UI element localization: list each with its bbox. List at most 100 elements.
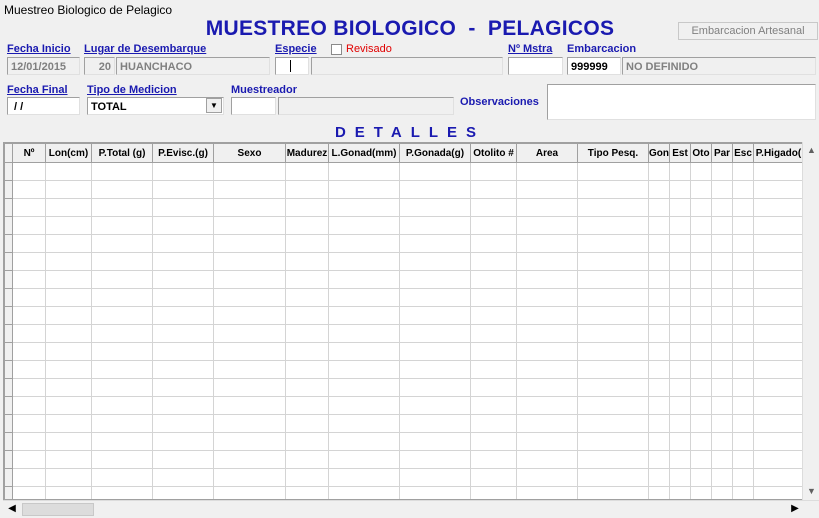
table-cell[interactable]: [91, 234, 153, 253]
column-header[interactable]: Area: [516, 143, 578, 163]
table-row[interactable]: [4, 432, 804, 451]
table-cell[interactable]: [45, 324, 92, 343]
table-cell[interactable]: [152, 324, 214, 343]
table-cell[interactable]: [399, 306, 471, 325]
table-cell[interactable]: [577, 342, 649, 361]
table-cell[interactable]: [669, 486, 691, 499]
table-cell[interactable]: [285, 450, 329, 469]
table-row[interactable]: [4, 486, 804, 499]
table-cell[interactable]: [669, 270, 691, 289]
table-cell[interactable]: [648, 486, 670, 499]
table-cell[interactable]: [648, 162, 670, 181]
table-cell[interactable]: [285, 378, 329, 397]
table-cell[interactable]: [669, 396, 691, 415]
table-cell[interactable]: [470, 270, 517, 289]
table-cell[interactable]: [399, 162, 471, 181]
table-cell[interactable]: [690, 468, 712, 487]
table-cell[interactable]: [328, 378, 400, 397]
column-header[interactable]: Nº: [12, 143, 46, 163]
table-cell[interactable]: [12, 252, 46, 271]
detalles-grid[interactable]: Nº Lon(cm) P.Total (g) P.Evisc.(g) Sexo Madur…: [3, 142, 819, 500]
table-cell[interactable]: [516, 486, 578, 499]
table-cell[interactable]: [213, 252, 286, 271]
table-cell[interactable]: [328, 216, 400, 235]
table-cell[interactable]: [732, 324, 754, 343]
table-cell[interactable]: [285, 162, 329, 181]
table-cell[interactable]: [328, 180, 400, 199]
table-cell[interactable]: [399, 450, 471, 469]
table-cell[interactable]: [669, 414, 691, 433]
table-cell[interactable]: [648, 270, 670, 289]
table-cell[interactable]: [213, 432, 286, 451]
table-cell[interactable]: [516, 414, 578, 433]
table-cell[interactable]: [285, 414, 329, 433]
table-cell[interactable]: [152, 216, 214, 235]
table-cell[interactable]: [690, 306, 712, 325]
table-cell[interactable]: [91, 414, 153, 433]
table-cell[interactable]: [91, 360, 153, 379]
table-cell[interactable]: [91, 432, 153, 451]
row-selector[interactable]: [4, 378, 13, 397]
table-cell[interactable]: [470, 216, 517, 235]
table-cell[interactable]: [753, 324, 804, 343]
table-cell[interactable]: [152, 486, 214, 499]
table-cell[interactable]: [91, 450, 153, 469]
table-cell[interactable]: [711, 468, 733, 487]
table-cell[interactable]: [669, 306, 691, 325]
embarcacion-artesanal-button[interactable]: Embarcacion Artesanal: [678, 22, 818, 40]
table-cell[interactable]: [690, 252, 712, 271]
table-cell[interactable]: [648, 252, 670, 271]
table-cell[interactable]: [577, 234, 649, 253]
table-cell[interactable]: [669, 180, 691, 199]
table-cell[interactable]: [516, 324, 578, 343]
table-cell[interactable]: [12, 342, 46, 361]
table-cell[interactable]: [45, 198, 92, 217]
table-cell[interactable]: [285, 396, 329, 415]
embarcacion-code-input[interactable]: 999999: [567, 57, 621, 75]
table-cell[interactable]: [648, 378, 670, 397]
table-cell[interactable]: [753, 378, 804, 397]
table-cell[interactable]: [753, 396, 804, 415]
table-cell[interactable]: [91, 486, 153, 499]
table-cell[interactable]: [328, 468, 400, 487]
row-selector[interactable]: [4, 486, 13, 499]
table-cell[interactable]: [577, 396, 649, 415]
table-cell[interactable]: [285, 306, 329, 325]
table-cell[interactable]: [152, 288, 214, 307]
vertical-scrollbar[interactable]: ▲ ▼: [802, 142, 819, 500]
table-cell[interactable]: [577, 324, 649, 343]
table-row[interactable]: [4, 288, 804, 307]
table-cell[interactable]: [399, 252, 471, 271]
table-cell[interactable]: [753, 252, 804, 271]
table-cell[interactable]: [328, 432, 400, 451]
table-cell[interactable]: [399, 216, 471, 235]
table-cell[interactable]: [669, 162, 691, 181]
table-cell[interactable]: [732, 450, 754, 469]
row-selector[interactable]: [4, 252, 13, 271]
table-cell[interactable]: [732, 180, 754, 199]
table-cell[interactable]: [399, 324, 471, 343]
table-cell[interactable]: [213, 198, 286, 217]
table-cell[interactable]: [152, 396, 214, 415]
table-row[interactable]: [4, 324, 804, 343]
table-row[interactable]: [4, 378, 804, 397]
table-cell[interactable]: [753, 414, 804, 433]
table-cell[interactable]: [577, 378, 649, 397]
table-row[interactable]: [4, 360, 804, 379]
table-cell[interactable]: [711, 162, 733, 181]
table-cell[interactable]: [577, 216, 649, 235]
table-cell[interactable]: [285, 342, 329, 361]
table-cell[interactable]: [91, 270, 153, 289]
table-cell[interactable]: [285, 360, 329, 379]
table-cell[interactable]: [690, 162, 712, 181]
table-cell[interactable]: [669, 288, 691, 307]
table-cell[interactable]: [711, 396, 733, 415]
table-cell[interactable]: [516, 180, 578, 199]
table-cell[interactable]: [91, 288, 153, 307]
table-cell[interactable]: [399, 342, 471, 361]
table-cell[interactable]: [648, 450, 670, 469]
table-row[interactable]: [4, 306, 804, 325]
table-cell[interactable]: [753, 198, 804, 217]
table-cell[interactable]: [732, 486, 754, 499]
column-header[interactable]: Esc: [732, 143, 754, 163]
